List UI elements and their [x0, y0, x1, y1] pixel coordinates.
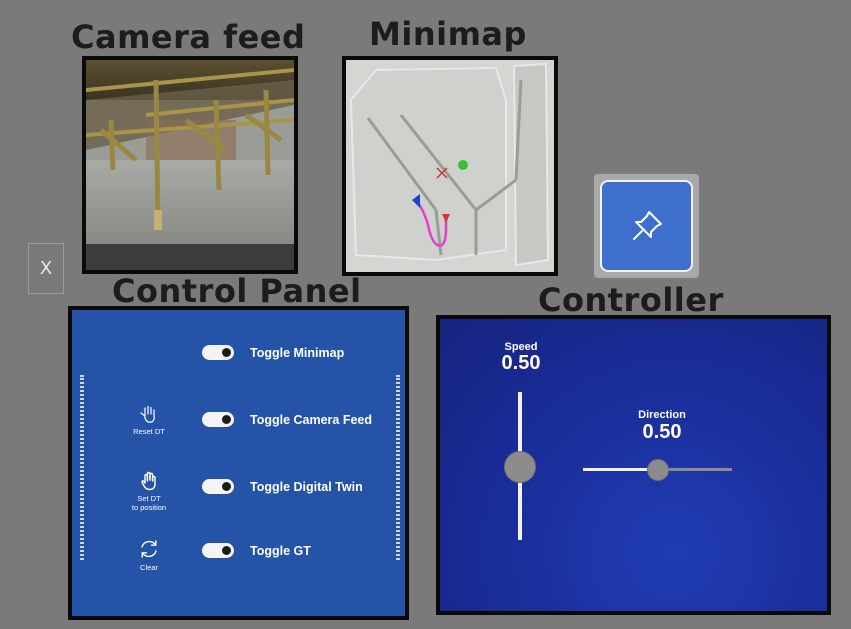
toggle-gt-switch[interactable] [202, 543, 234, 558]
controller-window: Speed 0.50 Direction 0.50 [436, 315, 831, 615]
pin-button[interactable] [594, 174, 699, 278]
close-icon: X [39, 258, 53, 279]
control-panel-window: Toggle Minimap Toggle Camera Feed Toggle… [68, 306, 409, 620]
toggle-digital-twin[interactable]: Toggle Digital Twin [202, 479, 363, 494]
toggle-minimap[interactable]: Toggle Minimap [202, 345, 344, 360]
control-panel-title: Control Panel [112, 272, 362, 310]
speed-value: 0.50 [501, 352, 541, 374]
direction-slider-thumb[interactable] [647, 459, 669, 481]
toggle-gt-label: Toggle GT [250, 543, 311, 558]
close-button[interactable]: X [28, 243, 64, 294]
hand-icon [140, 405, 155, 423]
camera-feed-window [82, 56, 298, 274]
direction-value: 0.50 [642, 421, 682, 443]
set-dt-to-position-button[interactable]: Set DT to position [119, 471, 179, 512]
controller-body: Speed 0.50 Direction 0.50 [440, 319, 827, 611]
toggle-digital-twin-switch[interactable] [202, 479, 234, 494]
reset-dt-label: Reset DT [133, 427, 165, 436]
direction-slider-track-left[interactable] [583, 468, 657, 471]
control-panel-body: Toggle Minimap Toggle Camera Feed Toggle… [72, 310, 405, 616]
clear-label: Clear [140, 563, 158, 572]
right-drag-handle[interactable] [396, 375, 400, 560]
set-dt-label-line1: Set DT [137, 494, 161, 503]
pin-icon [632, 211, 662, 240]
toggle-camera-feed-switch[interactable] [202, 412, 234, 427]
camera-feed-view [86, 60, 294, 270]
toggle-gt[interactable]: Toggle GT [202, 543, 311, 558]
toggle-camera-feed-label: Toggle Camera Feed [250, 412, 373, 427]
left-drag-handle[interactable] [80, 375, 84, 560]
palm-icon [141, 471, 156, 491]
toggle-camera-feed[interactable]: Toggle Camera Feed [202, 412, 372, 427]
minimap-view [346, 60, 554, 272]
direction-label: Direction [638, 409, 686, 421]
controller-title: Controller [538, 281, 724, 319]
speed-slider-thumb[interactable] [504, 451, 536, 483]
reset-dt-button[interactable]: Reset DT [119, 404, 179, 436]
refresh-icon [141, 540, 157, 558]
clear-button[interactable]: Clear [119, 538, 179, 572]
pin-button-face [600, 180, 693, 272]
minimap-window [342, 56, 558, 276]
set-dt-label-line2: to position [131, 503, 167, 512]
camera-feed-title: Camera feed [71, 18, 306, 56]
toggle-minimap-label: Toggle Minimap [250, 345, 345, 360]
minimap-title: Minimap [369, 15, 527, 53]
toggle-minimap-switch[interactable] [202, 345, 234, 360]
toggle-digital-twin-label: Toggle Digital Twin [250, 479, 363, 494]
